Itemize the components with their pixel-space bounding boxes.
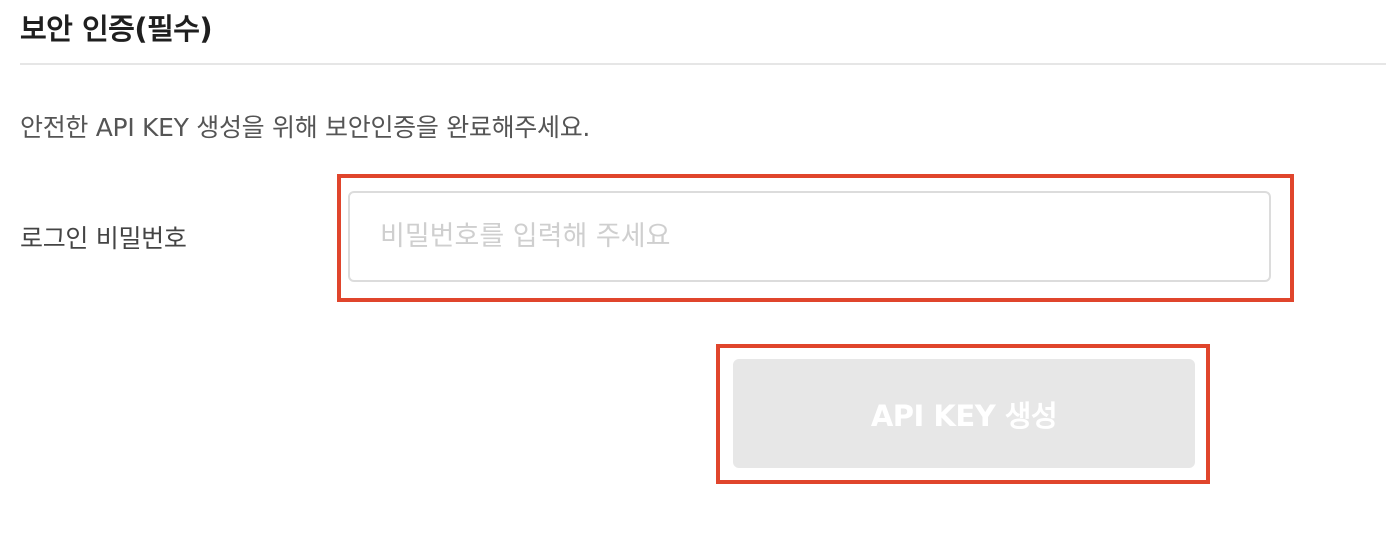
section-divider (20, 63, 1386, 65)
password-input[interactable] (348, 191, 1271, 282)
section-title: 보안 인증(필수) (20, 12, 213, 46)
generate-api-key-button[interactable]: API KEY 생성 (733, 359, 1195, 468)
section-description: 안전한 API KEY 생성을 위해 보안인증을 완료해주세요. (20, 113, 591, 142)
password-label: 로그인 비밀번호 (20, 224, 187, 253)
